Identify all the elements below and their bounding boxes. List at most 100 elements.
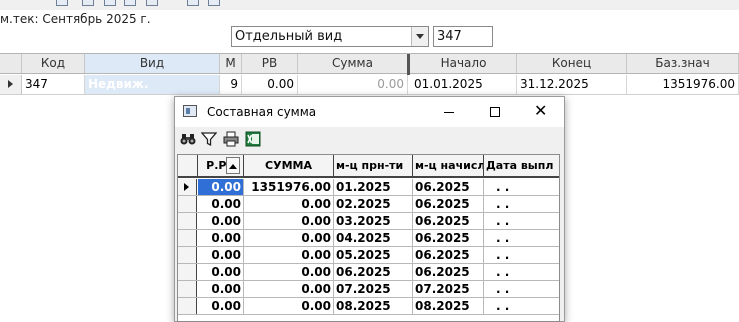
cell-rrv[interactable]: 0.00 <box>198 179 244 195</box>
cell-summa[interactable]: 1351976.00 <box>244 179 334 195</box>
cell-m[interactable]: 9 <box>220 75 242 94</box>
cell-data[interactable]: . . <box>484 298 559 314</box>
cell-summa[interactable]: 0.00 <box>298 75 408 94</box>
composite-sum-window[interactable]: Составная сумма ✕ Р.РВ СУММА м-ц прн-ти … <box>174 96 565 322</box>
table-row[interactable]: 0.00 0.00 06.2025 06.2025. . <box>178 264 559 281</box>
cell-data[interactable]: . . <box>484 264 559 280</box>
cell-rrv[interactable]: 0.00 <box>198 247 244 263</box>
toolbar-icon[interactable] <box>56 0 68 6</box>
cell-prn[interactable]: 05.2025 <box>334 247 413 263</box>
excel-icon[interactable] <box>245 131 261 147</box>
cell-rrv[interactable]: 0.00 <box>198 281 244 297</box>
cell-data[interactable]: . . <box>484 247 559 263</box>
cell-rv[interactable]: 0.00 <box>242 75 298 94</box>
table-row[interactable]: 0.00 0.00 02.2025 06.2025. . <box>178 196 559 213</box>
cell-nach[interactable]: 06.2025 <box>413 230 484 246</box>
cell-data[interactable]: . . <box>484 281 559 297</box>
row-indicator-header <box>0 54 22 73</box>
column-header-rv[interactable]: РВ <box>242 54 298 73</box>
cell-summa[interactable]: 0.00 <box>244 298 334 314</box>
chevron-down-icon <box>416 34 424 39</box>
cell-nach[interactable]: 06.2025 <box>413 264 484 280</box>
cell-nach[interactable]: 06.2025 <box>413 196 484 212</box>
sort-ascending-button[interactable] <box>226 157 240 174</box>
printer-icon[interactable] <box>208 0 220 6</box>
cell-kod[interactable]: 347 <box>22 75 85 94</box>
maximize-button[interactable] <box>472 97 518 127</box>
cell-prn[interactable]: 06.2025 <box>334 264 413 280</box>
cell-prn[interactable]: 04.2025 <box>334 230 413 246</box>
table-row[interactable]: 0.00 0.00 05.2025 06.2025. . <box>178 247 559 264</box>
table-row[interactable]: 0.00 0.00 08.2025 08.2025. . <box>178 298 559 315</box>
cell-summa[interactable]: 0.00 <box>244 213 334 229</box>
binoculars-icon[interactable] <box>180 131 196 147</box>
cell-nachalo[interactable]: 01.01.2025 <box>411 75 517 94</box>
cell-baz[interactable]: 1351976.00 <box>627 75 739 94</box>
current-row-icon <box>184 183 189 191</box>
dropdown-button[interactable] <box>411 27 428 46</box>
cell-data[interactable]: . . <box>484 196 559 212</box>
table-row[interactable]: 0.00 0.00 04.2025 06.2025. . <box>178 230 559 247</box>
cell-prn[interactable]: 07.2025 <box>334 281 413 297</box>
table-row[interactable]: 0.00 1351976.00 01.2025 06.2025. . <box>178 179 559 196</box>
cell-nach[interactable]: 08.2025 <box>413 298 484 314</box>
cell-summa[interactable]: 0.00 <box>244 281 334 297</box>
filter-icon[interactable] <box>201 131 217 147</box>
column-header-vid[interactable]: Вид <box>85 54 220 73</box>
cell-rrv[interactable]: 0.00 <box>198 230 244 246</box>
window-title: Составная сумма <box>207 105 317 119</box>
cell-data[interactable]: . . <box>484 230 559 246</box>
cell-summa[interactable]: 0.00 <box>244 247 334 263</box>
window-titlebar[interactable]: Составная сумма ✕ <box>175 97 564 127</box>
cell-data[interactable]: . . <box>484 213 559 229</box>
column-header-baz[interactable]: Баз.знач <box>627 54 739 73</box>
column-header-m[interactable]: М <box>220 54 242 73</box>
row-indicator <box>178 298 197 314</box>
column-header-summa[interactable]: СУММА <box>244 155 334 176</box>
column-header-nachalo[interactable]: Начало <box>411 54 517 73</box>
cell-rrv[interactable]: 0.00 <box>198 213 244 229</box>
column-header-month-accrual[interactable]: м-ц начисл <box>413 155 484 176</box>
cell-nach[interactable]: 06.2025 <box>413 179 484 195</box>
cell-vid[interactable]: Недвиж. <box>85 75 220 94</box>
view-select-value: Отдельный вид <box>235 29 343 44</box>
table-row[interactable]: 347 Недвиж. 9 0.00 0.00 01.01.2025 31.12… <box>0 75 739 95</box>
toolbar-icon[interactable] <box>104 0 116 6</box>
cell-summa[interactable]: 0.00 <box>244 196 334 212</box>
cell-prn[interactable]: 02.2025 <box>334 196 413 212</box>
cell-nach[interactable]: 06.2025 <box>413 213 484 229</box>
column-header-payment-date[interactable]: Дата выпл <box>484 155 559 176</box>
row-indicator <box>0 75 22 94</box>
close-button[interactable]: ✕ <box>518 97 564 127</box>
cell-nach[interactable]: 06.2025 <box>413 247 484 263</box>
row-indicator <box>178 281 197 297</box>
toolbar-icon[interactable] <box>124 0 136 6</box>
table-row[interactable]: 0.00 0.00 03.2025 06.2025. . <box>178 213 559 230</box>
cell-prn[interactable]: 08.2025 <box>334 298 413 314</box>
cell-rrv[interactable]: 0.00 <box>198 264 244 280</box>
cell-summa[interactable]: 0.00 <box>244 230 334 246</box>
main-grid-header: Код Вид М РВ Сумма Начало Конец Баз.знач <box>0 53 739 94</box>
minimize-button[interactable] <box>426 97 472 127</box>
cell-prn[interactable]: 01.2025 <box>334 179 413 195</box>
toolbar-icon[interactable] <box>146 0 158 6</box>
cell-prn[interactable]: 03.2025 <box>334 213 413 229</box>
cell-nach[interactable]: 07.2025 <box>413 281 484 297</box>
cell-summa[interactable]: 0.00 <box>244 264 334 280</box>
view-select[interactable]: Отдельный вид <box>231 26 429 47</box>
toolbar-icon[interactable] <box>82 0 94 6</box>
number-field[interactable]: 347 <box>433 26 493 47</box>
column-header-month-receipt[interactable]: м-ц прн-ти <box>334 155 413 176</box>
column-header-konec[interactable]: Конец <box>517 54 627 73</box>
cell-data[interactable]: . . <box>484 179 559 195</box>
close-icon: ✕ <box>534 101 548 120</box>
column-header-kod[interactable]: Код <box>22 54 85 73</box>
cell-konec[interactable]: 31.12.2025 <box>517 75 627 94</box>
column-header-summa[interactable]: Сумма <box>298 54 408 73</box>
composite-sum-grid[interactable]: Р.РВ СУММА м-ц прн-ти м-ц начисл Дата вы… <box>177 154 560 322</box>
printer-icon[interactable] <box>223 131 239 147</box>
cell-rrv[interactable]: 0.00 <box>198 298 244 314</box>
cell-rrv[interactable]: 0.00 <box>198 196 244 212</box>
table-row[interactable]: 0.00 0.00 07.2025 07.2025. . <box>178 281 559 298</box>
toolbar-icon[interactable] <box>187 0 199 6</box>
